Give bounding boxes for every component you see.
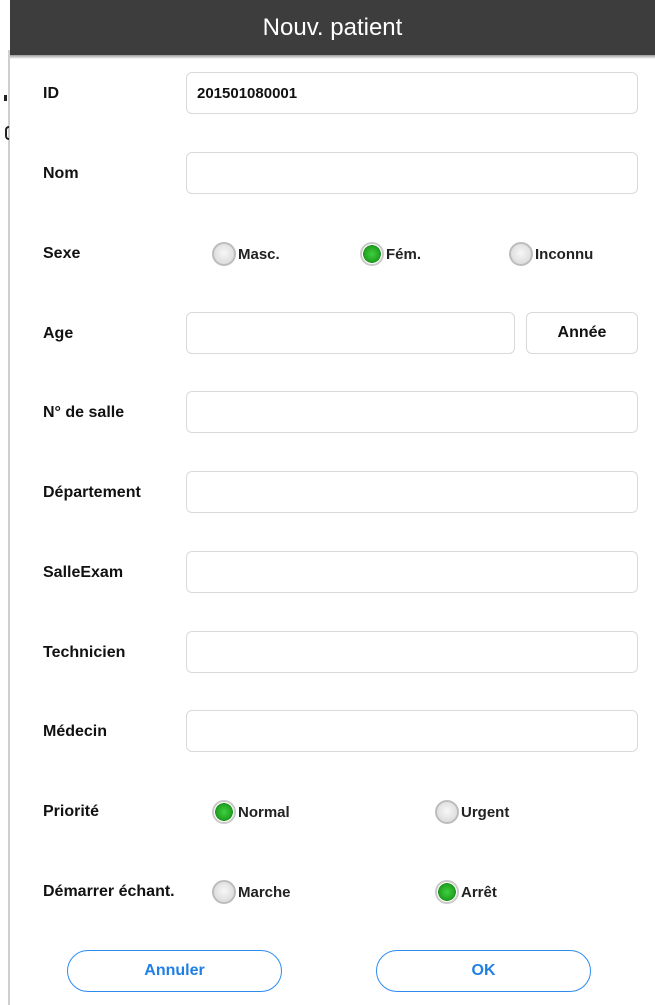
- sex-option-female[interactable]: Fém.: [360, 240, 421, 268]
- radio-unchecked-icon: [212, 880, 236, 904]
- department-label: Département: [43, 484, 141, 501]
- age-label: Age: [43, 325, 74, 342]
- sex-option-male[interactable]: Masc.: [212, 240, 280, 268]
- radio-checked-icon: [360, 242, 384, 266]
- title-bar-shadow: [10, 55, 655, 59]
- sex-option-unknown[interactable]: Inconnu: [509, 240, 593, 268]
- sampling-option-on-label: Marche: [238, 883, 291, 901]
- department-field[interactable]: [186, 471, 638, 513]
- priority-label: Priorité: [43, 803, 100, 820]
- sex-option-female-label: Fém.: [386, 245, 422, 263]
- cancel-button[interactable]: Annuler: [67, 950, 282, 992]
- radio-unchecked-icon: [435, 800, 459, 824]
- room-label: N° de salle: [43, 404, 125, 421]
- technician-label: Technicien: [43, 644, 126, 661]
- edge-divider: [8, 50, 10, 1005]
- name-label: Nom: [43, 165, 79, 182]
- room-field[interactable]: [186, 391, 638, 433]
- priority-option-urgent[interactable]: Urgent: [435, 798, 509, 826]
- sex-option-male-label: Masc.: [238, 245, 280, 263]
- ok-button[interactable]: OK: [376, 950, 591, 992]
- exam-room-field[interactable]: [186, 551, 638, 593]
- page-title: Nouv. patient: [262, 13, 403, 41]
- start-sampling-label: Démarrer échant.: [43, 883, 175, 900]
- edge-mark: [5, 126, 9, 140]
- doctor-label: Médecin: [43, 723, 108, 740]
- priority-option-normal-label: Normal: [238, 803, 290, 821]
- technician-field[interactable]: [186, 631, 638, 673]
- sex-option-unknown-label: Inconnu: [535, 245, 594, 263]
- name-field[interactable]: [186, 152, 638, 194]
- edge-mark: [4, 95, 7, 101]
- id-label: ID: [43, 85, 59, 102]
- age-field[interactable]: [186, 312, 515, 354]
- sampling-option-on[interactable]: Marche: [212, 878, 291, 906]
- title-bar: Nouv. patient: [10, 0, 655, 59]
- doctor-field[interactable]: [186, 710, 638, 752]
- exam-room-label: SalleExam: [43, 564, 124, 581]
- priority-option-urgent-label: Urgent: [461, 803, 510, 821]
- radio-unchecked-icon: [509, 242, 533, 266]
- age-unit-button[interactable]: Année: [526, 312, 638, 354]
- sampling-option-off[interactable]: Arrêt: [435, 878, 497, 906]
- id-field[interactable]: [186, 72, 638, 114]
- sampling-option-off-label: Arrêt: [461, 883, 497, 901]
- priority-option-normal[interactable]: Normal: [212, 798, 290, 826]
- sex-label: Sexe: [43, 245, 81, 262]
- radio-unchecked-icon: [212, 242, 236, 266]
- radio-checked-icon: [435, 880, 459, 904]
- window-edge: [0, 0, 10, 1005]
- radio-checked-icon: [212, 800, 236, 824]
